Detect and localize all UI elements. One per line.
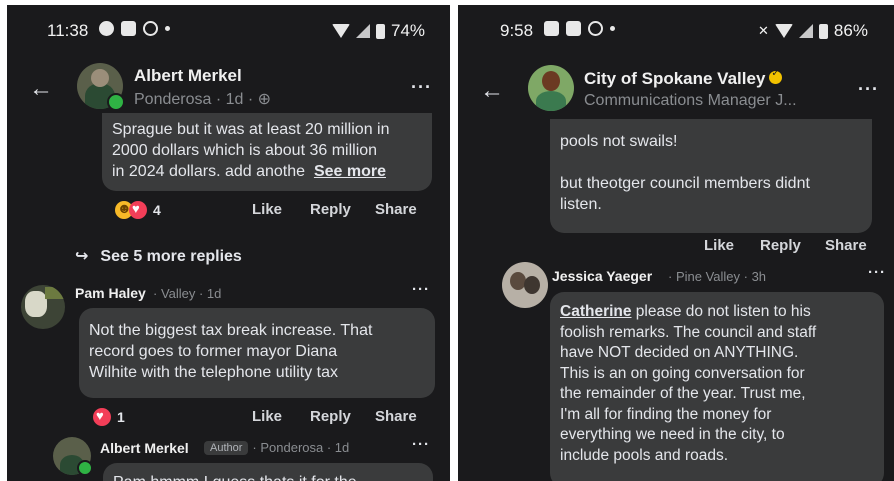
status-time: 9:58 [500, 21, 534, 40]
avatar[interactable] [502, 262, 548, 308]
more-options-icon[interactable]: ··· [858, 79, 879, 100]
comment-bubble: Sprague but it was at least 20 million i… [102, 113, 432, 191]
commenter-meta: · Valley · 1d [153, 286, 222, 301]
facebook-icon [143, 21, 158, 36]
commenter-meta-row: Author · Ponderosa · 1d [200, 440, 349, 455]
comment-line: Pam hmmm I guess thats it for the [113, 472, 433, 481]
back-arrow-icon[interactable]: ← [480, 77, 504, 105]
message-icon [544, 21, 559, 36]
page-name[interactable]: City of Spokane Valley [584, 68, 783, 89]
battery-icon [818, 23, 828, 39]
like-button[interactable]: Like [252, 408, 282, 425]
see-more-replies-link[interactable]: ↪ See 5 more replies [75, 246, 242, 266]
status-bar: 11:38 74% [7, 5, 450, 49]
commenter-name[interactable]: Albert Merkel [100, 440, 189, 456]
commenter-meta: · Ponderosa · 1d [252, 440, 350, 455]
mute-icon: ✕ [758, 23, 769, 38]
comment-line: foolish remarks. The council and staff [560, 323, 817, 341]
messenger-icon [99, 21, 114, 36]
reply-button[interactable]: Reply [310, 408, 351, 425]
share-button[interactable]: Share [375, 201, 417, 218]
status-bar: 9:58 ✕ 86% [458, 5, 894, 49]
avatar[interactable] [21, 285, 65, 329]
avatar[interactable] [528, 65, 574, 111]
reply-button[interactable]: Reply [310, 201, 351, 218]
notification-dot-icon [165, 26, 170, 31]
reply-arrow-icon: ↪ [75, 248, 89, 265]
comment-line: Sprague but it was at least 20 million i… [112, 121, 390, 138]
group-badge-icon [107, 93, 125, 111]
message-icon [121, 21, 136, 36]
comment-line: Wilhite with the telephone utility tax [89, 364, 339, 381]
like-button[interactable]: Like [252, 201, 282, 218]
comment-bubble: pools not swails! but theotger council m… [550, 119, 872, 233]
comment-line: This is an on going conversation for [560, 364, 805, 382]
more-options-icon[interactable]: ··· [868, 264, 886, 281]
comment-line: the remainder of the year. Trust me, [560, 385, 806, 402]
signal-icon [798, 24, 813, 38]
reactions[interactable]: 4 [115, 200, 161, 219]
back-arrow-icon[interactable]: ← [29, 75, 53, 103]
comment-bubble: Catherine please do not listen to his fo… [550, 292, 884, 481]
group-badge-icon [77, 460, 93, 476]
more-options-icon[interactable]: ··· [412, 281, 430, 298]
post-author-meta: Ponderosa · 1d · ⊕ [134, 91, 272, 108]
comment-line: but theotger council members didnt [560, 175, 810, 192]
comment-bubble: Pam hmmm I guess thats it for the [103, 463, 433, 481]
wifi-icon [774, 24, 793, 38]
battery-icon [376, 23, 385, 39]
comment-line: Catherine please do not listen to his [560, 303, 811, 320]
b-app-icon [566, 21, 581, 36]
more-options-icon[interactable]: ··· [411, 77, 432, 98]
like-button[interactable]: Like [704, 237, 734, 254]
signal-icon [356, 24, 370, 38]
comment-line: pools not swails! [560, 133, 678, 150]
page-subtitle: Communications Manager J... [584, 92, 797, 109]
commenter-meta: · Pine Valley · 3h [668, 269, 767, 284]
see-more-link[interactable]: See more [314, 163, 386, 180]
reaction-count: 1 [117, 409, 125, 425]
share-button[interactable]: Share [375, 408, 417, 425]
mention-link[interactable]: Catherine [560, 303, 632, 320]
commenter-name[interactable]: Pam Haley [75, 285, 146, 301]
comment-line: have NOT decided on ANYTHING. [560, 344, 799, 361]
right-phone-screen: 9:58 ✕ 86% ← City of Spokane Valley Comm… [458, 5, 894, 481]
comment-line: in 2024 dollars. add anothe See more [112, 163, 386, 180]
comment-line: listen. [560, 196, 602, 213]
comment-line: record goes to former mayor Diana [89, 343, 338, 360]
comment-bubble: Not the biggest tax break increase. That… [79, 308, 435, 398]
comment-line: everything we need in the city, to [560, 426, 785, 443]
notification-dot-icon [610, 26, 615, 31]
left-phone-screen: 11:38 74% ← Albert Merkel Ponderosa · 1d… [7, 5, 450, 481]
love-reaction-icon [93, 408, 111, 426]
reply-button[interactable]: Reply [760, 237, 801, 254]
comment-line: include pools and roads. [560, 446, 729, 464]
status-time: 11:38 [47, 21, 89, 40]
love-reaction-icon [129, 201, 147, 219]
battery-percent: 74% [391, 21, 426, 40]
check-circle-icon [588, 21, 603, 36]
verified-badge-icon [769, 68, 783, 84]
reaction-count: 4 [153, 202, 161, 218]
share-button[interactable]: Share [825, 237, 867, 254]
comment-line: 2000 dollars which is about 36 million [112, 142, 378, 159]
comment-line: I'm all for finding the money for [560, 405, 772, 423]
more-options-icon[interactable]: ··· [412, 436, 430, 453]
commenter-name[interactable]: Jessica Yaeger [552, 268, 652, 284]
battery-percent: 86% [833, 21, 868, 40]
wifi-icon [332, 24, 350, 38]
reactions[interactable]: 1 [93, 408, 125, 426]
comment-line: Not the biggest tax break increase. That [89, 322, 373, 339]
author-badge: Author [204, 441, 249, 455]
post-author-name[interactable]: Albert Merkel [134, 66, 242, 86]
